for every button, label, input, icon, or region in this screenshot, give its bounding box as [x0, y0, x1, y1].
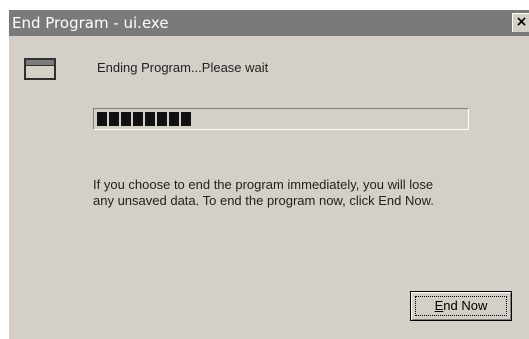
- end-now-label-rest: nd Now: [443, 298, 488, 313]
- end-program-dialog: End Program - ui.exe × Ending Program...…: [8, 10, 529, 339]
- end-now-button[interactable]: End Now: [410, 291, 512, 321]
- window-title: End Program - ui.exe: [12, 14, 169, 32]
- application-window-icon-titlebar: [26, 60, 54, 66]
- end-now-mnemonic: E: [434, 298, 444, 313]
- application-window-icon: [24, 58, 56, 80]
- progress-segment: [157, 112, 167, 126]
- close-button[interactable]: ×: [512, 13, 529, 32]
- progress-segment: [109, 112, 119, 126]
- progress-segment: [169, 112, 179, 126]
- close-icon: ×: [515, 14, 528, 30]
- warning-message-line-2: any unsaved data. To end the program now…: [93, 193, 434, 208]
- status-text: Ending Program...Please wait: [97, 60, 269, 75]
- progress-segment: [97, 112, 107, 126]
- progress-fill: [97, 112, 191, 126]
- progress-bar: [93, 108, 469, 130]
- warning-message-line-1: If you choose to end the program immedia…: [93, 177, 434, 192]
- end-now-button-label: End Now: [411, 292, 511, 320]
- progress-segment: [133, 112, 143, 126]
- warning-message: If you choose to end the program immedia…: [93, 177, 513, 209]
- progress-segment: [181, 112, 191, 126]
- title-bar[interactable]: End Program - ui.exe ×: [9, 10, 529, 36]
- progress-segment: [121, 112, 131, 126]
- progress-segment: [145, 112, 155, 126]
